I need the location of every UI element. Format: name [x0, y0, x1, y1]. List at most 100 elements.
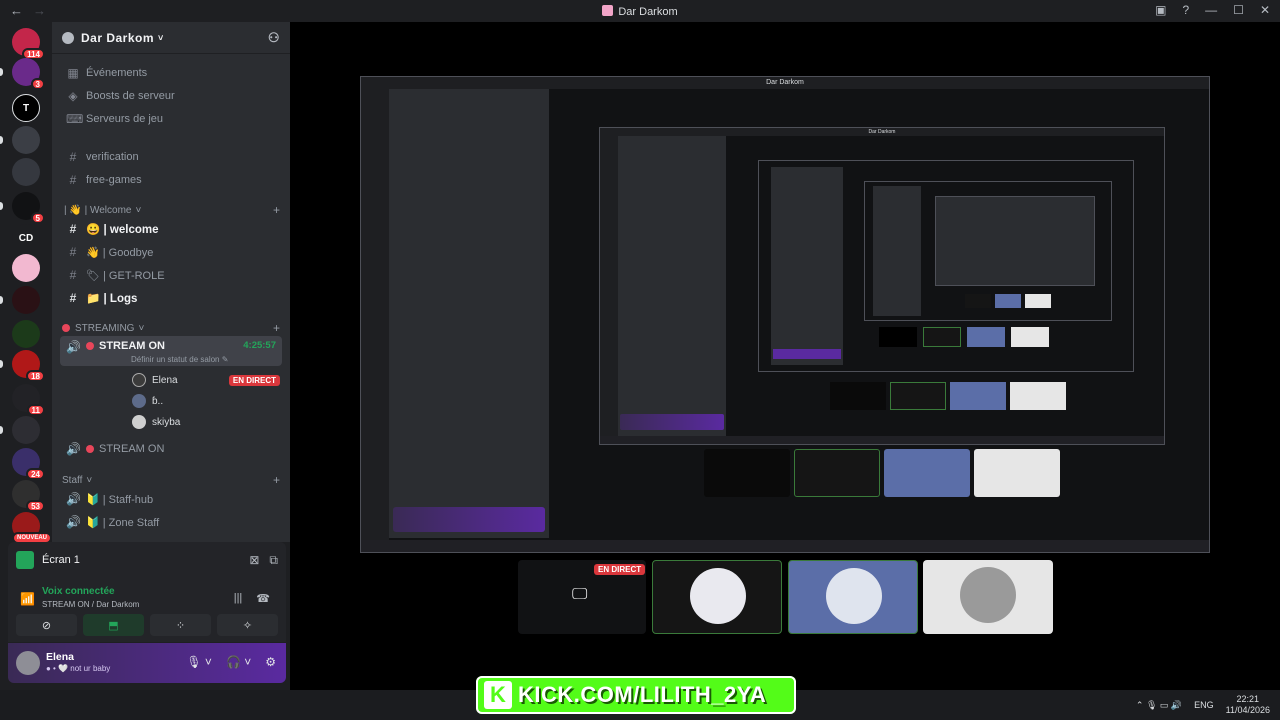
unread-badge: 3: [30, 78, 45, 90]
category-staff[interactable]: Staff ˅ +: [58, 472, 280, 488]
participant-tile-3[interactable]: [923, 560, 1053, 634]
voice-member-skiyba[interactable]: skiyba: [132, 412, 280, 432]
user-panel: Elena ● • 🤍 not ur baby 🎙 ˅ 🎧 ˅ ⚙: [8, 643, 286, 683]
channel-welcome[interactable]: # 😀 | welcome: [60, 218, 282, 240]
invite-people-icon[interactable]: ⚇: [268, 30, 280, 46]
unread-pill: [0, 68, 3, 76]
menu-game-servers[interactable]: ⌨ Serveurs de jeu: [60, 108, 282, 130]
camera-off-button[interactable]: ⊘: [16, 614, 77, 636]
server-icon: [602, 5, 614, 16]
language-indicator[interactable]: ENG: [1194, 700, 1214, 710]
add-channel-icon[interactable]: +: [273, 473, 280, 487]
stream-view[interactable]: Dar Darkom Dar Darkom EN DIRECT 🖵: [290, 22, 1280, 690]
close-button[interactable]: ✕: [1260, 3, 1270, 17]
voice-channel-stream-on-2[interactable]: 🔊 STREAM ON: [60, 438, 282, 460]
help-icon[interactable]: ?: [1182, 3, 1189, 17]
frame-taskbar: [361, 540, 1209, 552]
chevron-down-icon: ˅: [138, 322, 145, 334]
menu-boosts[interactable]: ◈ Boosts de serveur: [60, 85, 282, 107]
server-icon[interactable]: [12, 286, 40, 314]
noise-suppression-icon[interactable]: |||: [234, 592, 243, 605]
live-badge: EN DIRECT: [228, 374, 280, 386]
hashtag-icon: #: [69, 173, 77, 187]
server-icon[interactable]: 18: [12, 350, 45, 382]
headset-icon[interactable]: 🎧 ˅: [226, 655, 251, 669]
server-icon[interactable]: [12, 126, 40, 154]
server-icon[interactable]: 11: [12, 384, 45, 416]
add-channel-icon[interactable]: +: [273, 321, 280, 335]
channel-get-role[interactable]: # 🏷 | GET-ROLE: [60, 264, 282, 286]
red-dot-icon: [62, 324, 70, 332]
add-channel-icon[interactable]: +: [273, 203, 280, 217]
voice-channel-zone-staff[interactable]: 🔊 🔰 | Zone Staff: [60, 511, 282, 533]
server-icon[interactable]: CD: [12, 224, 40, 252]
nested-user-panel: [620, 414, 724, 430]
nested-frame-2-sidebar: [771, 167, 843, 365]
avatar: [132, 415, 146, 429]
hashtag-icon: #: [69, 222, 77, 236]
gear-icon[interactable]: ⚙: [265, 655, 276, 669]
server-icon[interactable]: [12, 158, 40, 186]
channel-goodbye[interactable]: # 👋 | Goodbye: [60, 241, 282, 263]
system-tray: ⌃ 🎙 ▭ 🔊 ENG 22:21 11/04/2026: [1136, 694, 1270, 716]
screen-tile[interactable]: EN DIRECT 🖵: [518, 560, 646, 634]
server-icon[interactable]: 5: [12, 192, 45, 224]
avatar: [826, 568, 882, 624]
participant-tile-2[interactable]: [788, 560, 918, 634]
server-icon[interactable]: NOUVEAU: [11, 512, 52, 544]
server-icon[interactable]: 53: [12, 480, 45, 512]
voice-channel-staff-hub[interactable]: 🔊 🔰 | Staff-hub: [60, 488, 282, 510]
channel-free-games[interactable]: # free-games: [60, 169, 282, 191]
server-header[interactable]: Dar Darkom ˅ ⚇: [52, 22, 290, 54]
red-dot-icon: [86, 445, 94, 453]
disconnect-icon[interactable]: ☎: [256, 592, 270, 605]
voice-location[interactable]: STREAM ON / Dar Darkom: [42, 600, 139, 609]
activities-button[interactable]: ⁘: [150, 614, 211, 636]
chevron-down-icon: ˅: [158, 32, 164, 43]
soundboard-button[interactable]: ✧: [217, 614, 278, 636]
small-tile: [830, 382, 886, 410]
channel-verification[interactable]: # verification: [60, 146, 282, 168]
avatar[interactable]: [16, 651, 40, 675]
voice-panel: Écran 1 ⊠ ⧉ 📶 Voix connectée STREAM ON / …: [8, 542, 286, 642]
screen-share-row: Écran 1 ⊠ ⧉: [16, 548, 278, 572]
server-icon[interactable]: T: [12, 94, 40, 122]
kick-url: KICK.COM/LILITH_2YA: [518, 682, 767, 707]
signal-icon: 📶: [20, 592, 35, 606]
voice-member-2[interactable]: ɓ..: [132, 391, 280, 411]
tray-icons[interactable]: ⌃ 🎙 ▭ 🔊: [1136, 700, 1182, 711]
maximize-button[interactable]: ☐: [1233, 3, 1244, 17]
speaker-icon: 🔊: [66, 492, 81, 506]
chevron-down-icon: ˅: [135, 204, 142, 216]
category-welcome[interactable]: | 👋 | Welcome ˅ +: [58, 202, 280, 218]
hashtag-icon: #: [69, 268, 77, 282]
channel-status[interactable]: Définir un statut de salon ✎: [131, 355, 228, 364]
server-icon[interactable]: [12, 416, 40, 444]
microphone-icon[interactable]: 🎙 ˅: [186, 655, 212, 669]
speaker-icon: 🔊: [66, 515, 81, 529]
server-icon[interactable]: [12, 320, 40, 348]
hashtag-icon: #: [69, 291, 77, 305]
server-icon[interactable]: 114: [12, 28, 45, 60]
minimize-button[interactable]: —: [1205, 3, 1217, 17]
stop-share-icon[interactable]: ⊠: [249, 553, 259, 568]
menu-events[interactable]: ▦ Événements: [60, 62, 282, 84]
server-icon[interactable]: [12, 254, 40, 282]
popout-icon[interactable]: ⧉: [269, 553, 278, 568]
unread-pill: [0, 296, 3, 304]
small-tile: [1010, 382, 1066, 410]
nested-frame-3-sidebar: [873, 186, 921, 316]
screen-share-button[interactable]: ⬒: [83, 614, 144, 636]
server-name: Dar Darkom: [81, 30, 155, 45]
category-streaming[interactable]: STREAMING ˅ +: [58, 320, 280, 336]
server-icon[interactable]: 3: [12, 58, 45, 90]
voice-member-elena[interactable]: Elena EN DIRECT: [132, 370, 280, 390]
participant-tile-1[interactable]: [652, 560, 782, 634]
server-icon[interactable]: 24: [12, 448, 45, 480]
nested-frame-4: [935, 196, 1095, 286]
clock[interactable]: 22:21 11/04/2026: [1226, 694, 1270, 716]
kick-logo: K: [484, 681, 512, 709]
window-controls: ▣ ? — ☐ ✕: [1155, 3, 1270, 17]
channel-logs[interactable]: # 📁 | Logs: [60, 287, 282, 309]
inbox-icon[interactable]: ▣: [1155, 3, 1166, 17]
